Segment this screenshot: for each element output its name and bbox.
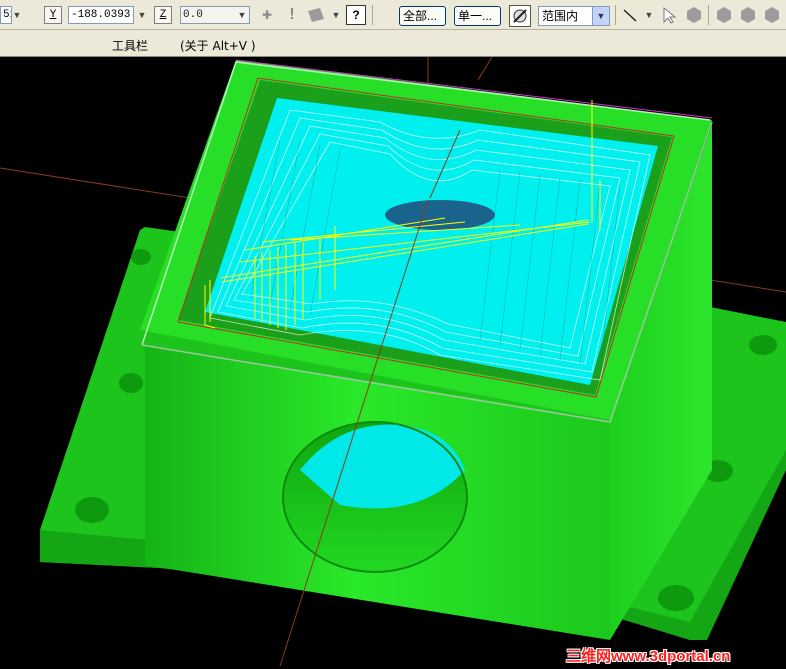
toolbar-label: 工具栏 xyxy=(112,39,149,53)
shortcut-hint: (关于 Alt+V ) xyxy=(180,39,256,53)
toolbar-separator xyxy=(372,5,373,25)
hint-bar: 工具栏 (关于 Alt+V ) xyxy=(0,30,786,57)
x-coordinate-field[interactable]: 510 xyxy=(0,6,12,24)
line-icon[interactable] xyxy=(620,5,640,25)
solid-icon[interactable] xyxy=(714,5,734,25)
line-dropdown[interactable]: ▼ xyxy=(641,7,657,23)
exclamation-icon[interactable]: ! xyxy=(282,5,302,25)
watermark: 三维网www.3dportal.cn xyxy=(566,648,731,665)
range-select[interactable]: 范围内 ▼ xyxy=(538,6,610,26)
y-coordinate-dropdown[interactable]: ▼ xyxy=(134,7,150,23)
select-all-button[interactable]: 全部... xyxy=(399,6,446,26)
select-arrow-icon[interactable] xyxy=(660,5,680,25)
solid-icon[interactable] xyxy=(684,5,704,25)
plane-dropdown[interactable]: ▼ xyxy=(328,7,344,23)
front-bore xyxy=(282,421,468,573)
z-axis-button[interactable]: Z xyxy=(154,6,172,24)
model-view xyxy=(0,56,786,667)
y-axis-button[interactable]: Y xyxy=(44,6,62,24)
machined-core xyxy=(385,200,495,230)
help-icon[interactable]: ? xyxy=(346,5,366,25)
solid-icon[interactable] xyxy=(762,5,782,25)
select-single-button[interactable]: 单一... xyxy=(454,6,501,26)
main-toolbar: 510 ▼ Y -188.0393 ▼ Z 0.0 ▼ ✚ ! ▼ ? 全部..… xyxy=(0,0,786,30)
y-coordinate-field[interactable]: -188.0393 xyxy=(68,6,134,24)
graphics-viewport[interactable] xyxy=(0,56,786,667)
range-select-arrow[interactable]: ▼ xyxy=(592,7,609,25)
range-select-value: 范围内 xyxy=(542,9,579,23)
x-coordinate-dropdown[interactable]: ▼ xyxy=(12,7,22,23)
toolbar-separator xyxy=(615,5,616,25)
auto-cursor-icon[interactable]: ✚ xyxy=(257,5,277,25)
wizard-icon[interactable] xyxy=(509,5,531,27)
solid-icon[interactable] xyxy=(738,5,758,25)
plane-icon[interactable] xyxy=(306,5,326,25)
toolbar-separator xyxy=(708,5,709,25)
z-coordinate-dropdown[interactable]: ▼ xyxy=(234,7,250,23)
